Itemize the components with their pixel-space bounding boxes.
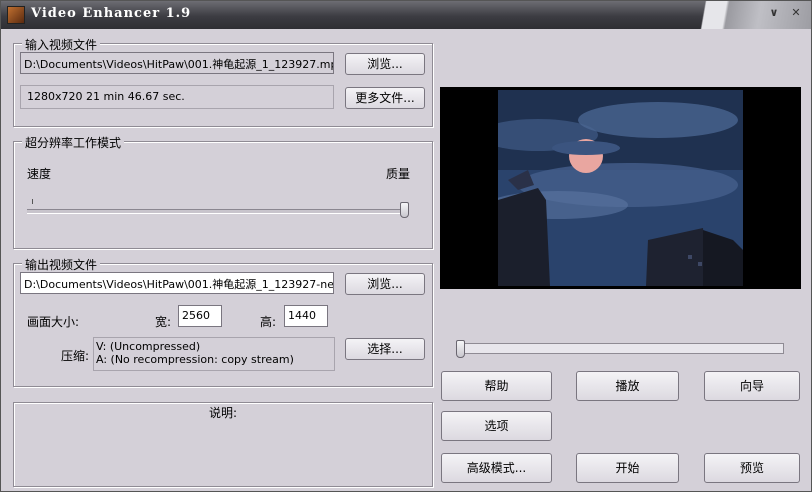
compression-label: 压缩: bbox=[61, 349, 90, 363]
app-icon bbox=[7, 6, 25, 24]
input-file-path[interactable]: D:\Documents\Videos\HitPaw\001.神龟起源_1_12… bbox=[20, 52, 334, 74]
output-browse-button[interactable]: 浏览... bbox=[345, 273, 425, 295]
start-button[interactable]: 开始 bbox=[576, 453, 679, 483]
select-codec-button[interactable]: 选择... bbox=[345, 338, 425, 360]
options-button[interactable]: 选项 bbox=[441, 411, 552, 441]
compression-video: V: (Uncompressed) bbox=[96, 340, 201, 353]
window-title: Video Enhancer 1.9 bbox=[31, 6, 192, 21]
input-browse-button[interactable]: 浏览... bbox=[345, 53, 425, 75]
preview-image bbox=[498, 90, 743, 286]
main-window: Video Enhancer 1.9 ∨ ✕ 输入视频文件 D:\Documen… bbox=[0, 0, 812, 492]
frame-size-label: 画面大小: bbox=[27, 315, 80, 329]
compression-info: V: (Uncompressed) A: (No recompression: … bbox=[93, 337, 335, 371]
width-input[interactable]: 2560 bbox=[178, 305, 222, 327]
seek-bar[interactable] bbox=[456, 343, 784, 354]
preview-button[interactable]: 预览 bbox=[704, 453, 800, 483]
help-button[interactable]: 帮助 bbox=[441, 371, 552, 401]
play-button[interactable]: 播放 bbox=[576, 371, 679, 401]
close-icon[interactable]: ✕ bbox=[789, 6, 803, 20]
seek-thumb[interactable] bbox=[456, 340, 465, 358]
mode-slider-track[interactable] bbox=[27, 209, 409, 214]
output-file-path[interactable]: D:\Documents\Videos\HitPaw\001.神龟起源_1_12… bbox=[20, 272, 334, 294]
mode-slider-thumb[interactable] bbox=[400, 202, 409, 218]
description-label: 说明: bbox=[209, 406, 238, 420]
output-group-label: 输出视频文件 bbox=[22, 256, 101, 273]
preview-frame bbox=[498, 90, 743, 286]
width-label: 宽: bbox=[155, 315, 172, 329]
chevron-down-icon[interactable]: ∨ bbox=[767, 6, 781, 20]
compression-audio: A: (No recompression: copy stream) bbox=[96, 353, 294, 366]
input-file-info: 1280x720 21 min 46.67 sec. bbox=[20, 85, 334, 109]
quality-label: 质量 bbox=[386, 167, 411, 181]
video-preview bbox=[440, 87, 801, 289]
height-input[interactable]: 1440 bbox=[284, 305, 328, 327]
advanced-mode-button[interactable]: 高级模式... bbox=[441, 453, 552, 483]
height-label: 高: bbox=[260, 315, 277, 329]
speed-label: 速度 bbox=[27, 167, 52, 181]
mode-group: 超分辨率工作模式 bbox=[13, 134, 433, 249]
slider-tick bbox=[32, 199, 33, 204]
input-group-label: 输入视频文件 bbox=[22, 36, 101, 53]
title-bar[interactable]: Video Enhancer 1.9 ∨ ✕ bbox=[1, 1, 811, 29]
wizard-button[interactable]: 向导 bbox=[704, 371, 800, 401]
description-group: 说明: bbox=[13, 402, 433, 487]
more-files-button[interactable]: 更多文件... bbox=[345, 87, 425, 109]
mode-group-label: 超分辨率工作模式 bbox=[22, 134, 125, 151]
